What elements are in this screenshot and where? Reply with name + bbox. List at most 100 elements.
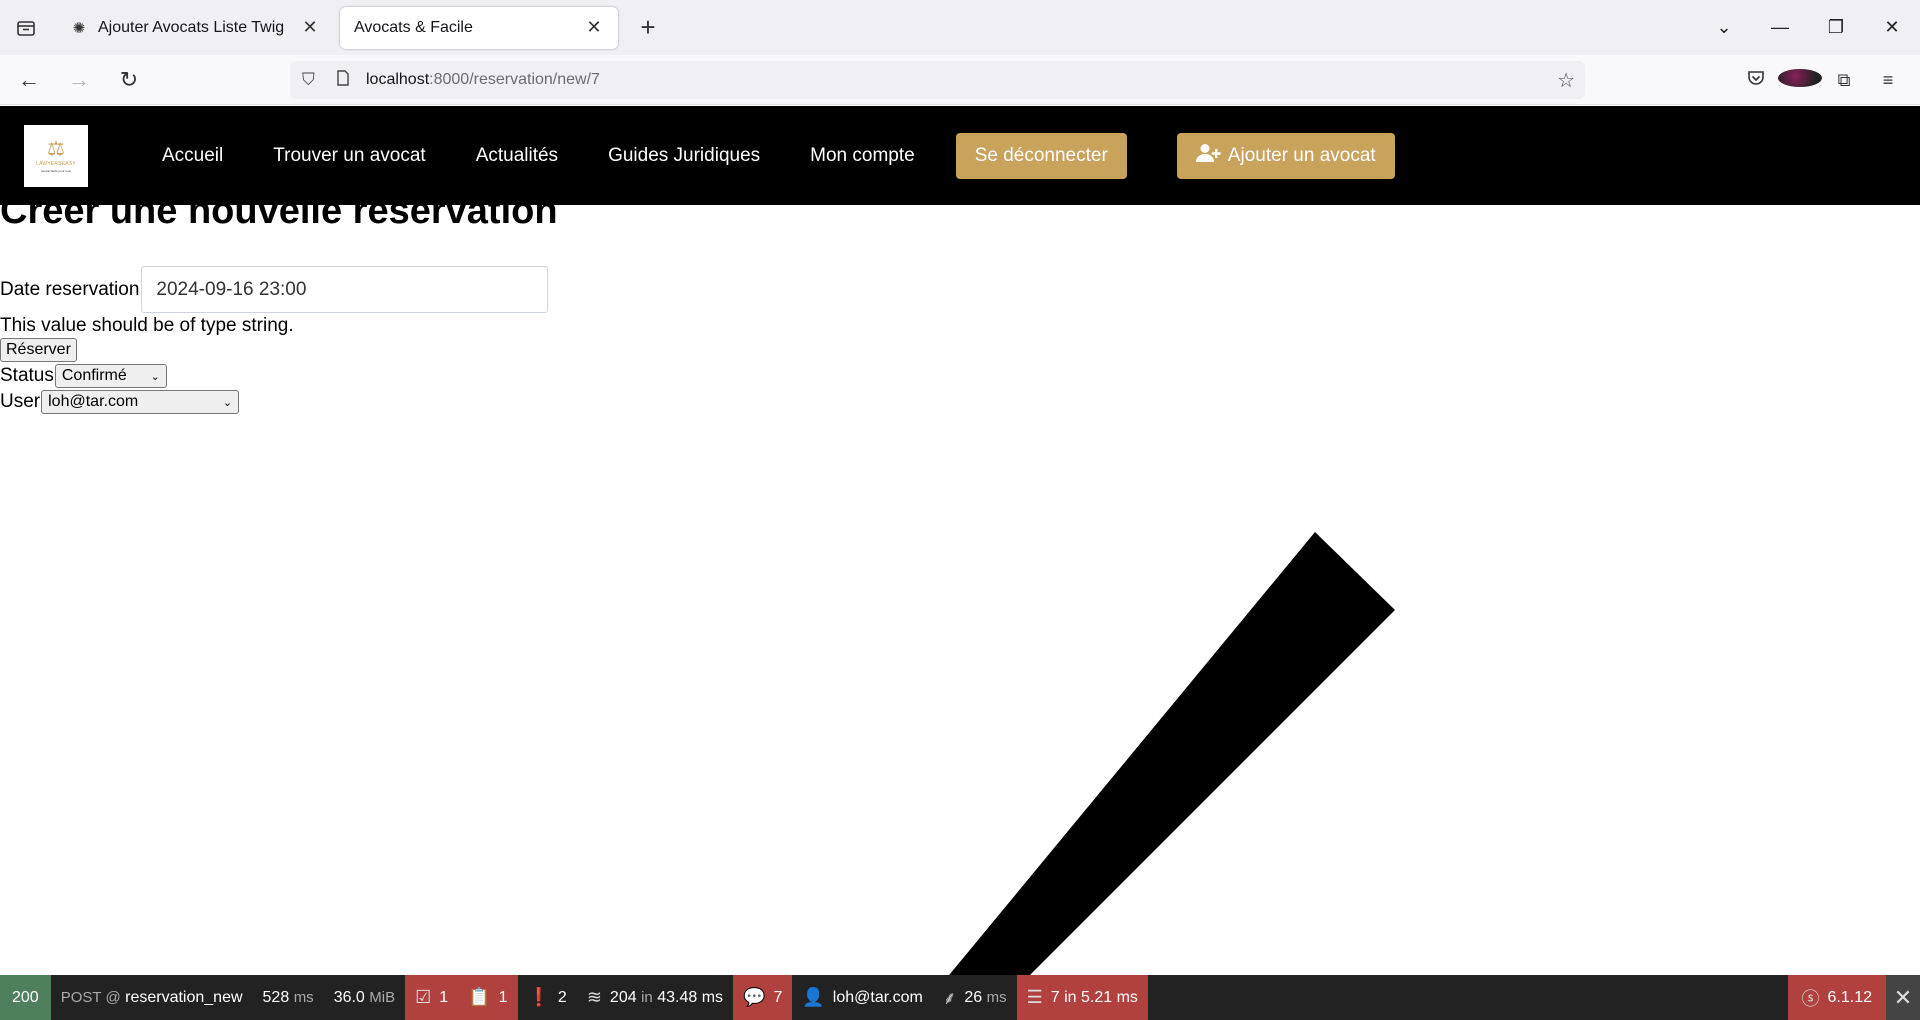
logout-label: Se déconnecter xyxy=(974,144,1108,166)
forms-count: 1 xyxy=(439,988,449,1006)
close-tab-icon[interactable]: ✕ xyxy=(300,17,320,38)
time-info[interactable]: 528 ms xyxy=(253,975,324,1020)
main-menu: Accueil Trouver un avocat Actualités Gui… xyxy=(162,145,965,167)
openai-icon: ✺ xyxy=(72,19,86,37)
menu-item-accueil[interactable]: Accueil xyxy=(162,145,223,167)
status-select[interactable]: Confirmé ⌄ xyxy=(54,364,167,388)
twig-icon: ⸙ xyxy=(942,987,957,1008)
twig-panel[interactable]: ⸙ 26 ms xyxy=(933,975,1017,1020)
status-label: Status xyxy=(0,365,54,386)
memory-value: 36.0 xyxy=(333,988,365,1006)
db-info: 7 in 5.21 ms xyxy=(1050,988,1138,1006)
chevron-down-icon: ⌄ xyxy=(150,370,160,383)
request-method: POST @ xyxy=(60,989,121,1006)
date-reservation-input[interactable] xyxy=(141,266,549,313)
shield-icon[interactable]: ⛉ xyxy=(302,70,326,90)
status-code-badge[interactable]: 200 xyxy=(0,975,51,1020)
symfony-logo-icon: ⓢ xyxy=(1801,988,1820,1009)
status-value: Confirmé xyxy=(61,367,127,384)
main-content: Créer une nouvelle réservation Date rese… xyxy=(0,205,1920,975)
logo-brand: LAWYERSEASY xyxy=(36,160,76,167)
cache-count: 204 xyxy=(609,988,637,1006)
cache-in: in xyxy=(641,989,653,1006)
user-icon: 👤 xyxy=(802,987,825,1007)
user-panel[interactable]: 👤 loh@tar.com xyxy=(792,975,932,1020)
menu-item-mon-compte[interactable]: Mon compte xyxy=(810,145,915,167)
url-path: :8000/reservation/new/7 xyxy=(429,71,600,88)
scales-icon: ⚖ xyxy=(47,137,65,160)
translations-panel[interactable]: 💬 7 xyxy=(733,975,793,1020)
tab-list-icon[interactable] xyxy=(0,0,52,55)
forward-icon[interactable]: → xyxy=(58,59,100,101)
restore-icon[interactable]: ❐ xyxy=(1808,17,1864,38)
chevron-down-icon: ⌄ xyxy=(222,396,233,409)
back-icon[interactable]: ← xyxy=(8,59,50,101)
checkbox-icon: ☑ xyxy=(415,987,432,1007)
forms-panel[interactable]: ☑ 1 xyxy=(405,975,459,1020)
user-select[interactable]: loh@tar.com ⌄ xyxy=(41,390,240,414)
symfony-debug-toolbar: 200 POST @ reservation_new 528 ms 36.0 M… xyxy=(0,975,1920,1020)
tab-title: Avocats & Facile xyxy=(354,18,473,36)
tab-ajouter-avocats[interactable]: ✺ Ajouter Avocats Liste Twig ✕ xyxy=(56,7,334,49)
account-avatar-icon[interactable] xyxy=(1778,68,1822,92)
translations-count: 7 xyxy=(773,988,783,1006)
page-icon[interactable] xyxy=(336,69,366,91)
menu-icon[interactable]: ≡ xyxy=(1866,70,1910,91)
twig-unit: ms xyxy=(986,989,1007,1006)
browser-tab-bar: ✺ Ajouter Avocats Liste Twig ✕ Avocats &… xyxy=(0,0,1920,55)
url-bar[interactable]: ⛉ localhost:8000/reservation/new/7 ☆ xyxy=(290,61,1585,99)
time-unit: ms xyxy=(293,989,314,1006)
time-value: 528 xyxy=(262,988,290,1006)
close-window-icon[interactable]: ✕ xyxy=(1864,17,1920,38)
database-icon: ☰ xyxy=(1026,987,1043,1007)
logo-tagline: avocat facile pour tous xyxy=(40,168,72,173)
menu-item-actualites[interactable]: Actualités xyxy=(476,145,558,167)
notices-panel[interactable]: ❗ 2 xyxy=(518,975,577,1020)
minimize-icon[interactable]: — xyxy=(1752,17,1808,38)
add-lawyer-button[interactable]: Ajouter un avocat xyxy=(1176,132,1395,179)
browser-toolbar-right: ⧉ ≡ xyxy=(1734,61,1910,99)
clipboard-icon: 📋 xyxy=(468,987,491,1007)
memory-info[interactable]: 36.0 MiB xyxy=(324,975,405,1020)
extensions-icon[interactable]: ⧉ xyxy=(1822,70,1866,91)
reserve-button[interactable]: Réserver xyxy=(0,338,77,362)
symfony-version-badge[interactable]: ⓢ 6.1.12 xyxy=(1787,975,1886,1020)
logs-count: 1 xyxy=(498,988,508,1006)
browser-nav-bar: ← → ↻ ⛉ localhost:8000/reservation/new/7… xyxy=(0,55,1920,105)
close-tab-icon[interactable]: ✕ xyxy=(584,17,604,38)
reload-icon[interactable]: ↻ xyxy=(108,59,150,101)
url-host: localhost xyxy=(366,71,430,88)
menu-item-trouver-avocat[interactable]: Trouver un avocat xyxy=(273,145,425,167)
close-toolbar-icon[interactable]: ✕ xyxy=(1886,975,1920,1020)
layers-icon: ≋ xyxy=(586,987,602,1007)
status-row: Status Confirmé ⌄ xyxy=(0,364,167,388)
toolbar-user: loh@tar.com xyxy=(832,988,923,1006)
page-title: Créer une nouvelle réservation xyxy=(0,205,558,232)
site-header: ⚖ LAWYERSEASY avocat facile pour tous Ac… xyxy=(0,106,1920,205)
warning-icon: ❗ xyxy=(527,987,550,1007)
user-row: User loh@tar.com ⌄ xyxy=(0,390,240,414)
memory-unit: MiB xyxy=(369,989,396,1006)
menu-item-guides[interactable]: Guides Juridiques xyxy=(608,145,760,167)
pocket-icon[interactable] xyxy=(1734,70,1778,91)
notices-count: 2 xyxy=(557,988,567,1006)
tab-title: Ajouter Avocats Liste Twig xyxy=(98,18,285,36)
date-row: Date reservation xyxy=(0,266,549,313)
new-tab-icon[interactable]: + xyxy=(628,8,668,48)
tab-avocats-facile[interactable]: Avocats & Facile ✕ xyxy=(340,6,618,49)
database-panel[interactable]: ☰ 7 in 5.21 ms xyxy=(1016,975,1148,1020)
cache-panel[interactable]: ≋ 204 in 43.48 ms xyxy=(577,975,733,1020)
user-value: loh@tar.com xyxy=(48,393,139,410)
user-plus-icon xyxy=(1195,143,1222,169)
logs-panel[interactable]: 📋 1 xyxy=(458,975,518,1020)
status-code: 200 xyxy=(12,988,39,1006)
window-controls: ⌄ — ❐ ✕ xyxy=(1696,0,1920,55)
add-lawyer-label: Ajouter un avocat xyxy=(1227,144,1376,166)
bookmark-star-icon[interactable]: ☆ xyxy=(1557,68,1575,93)
request-info[interactable]: POST @ reservation_new xyxy=(51,975,253,1020)
validation-error: This value should be of type string. xyxy=(0,315,294,336)
site-logo[interactable]: ⚖ LAWYERSEASY avocat facile pour tous xyxy=(24,124,88,187)
logout-button[interactable]: Se déconnecter xyxy=(955,132,1127,179)
chevron-down-icon[interactable]: ⌄ xyxy=(1696,17,1752,38)
twig-time: 26 xyxy=(964,988,983,1006)
